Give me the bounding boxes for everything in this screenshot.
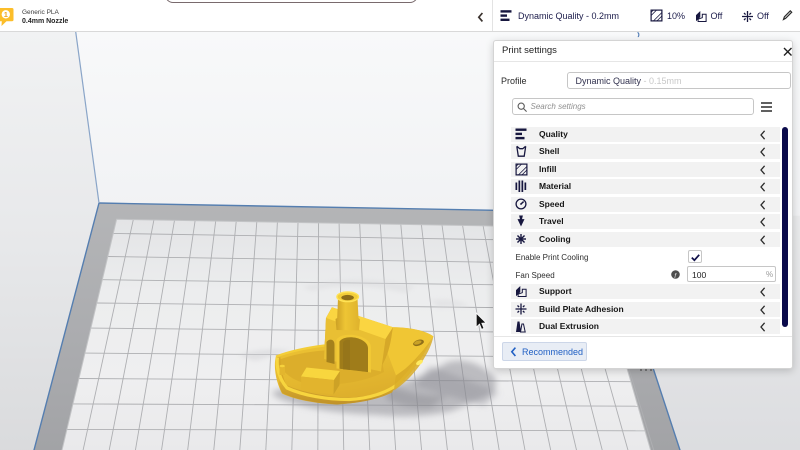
svg-text:1: 1 xyxy=(4,10,8,19)
svg-text:ƒ: ƒ xyxy=(673,272,676,279)
